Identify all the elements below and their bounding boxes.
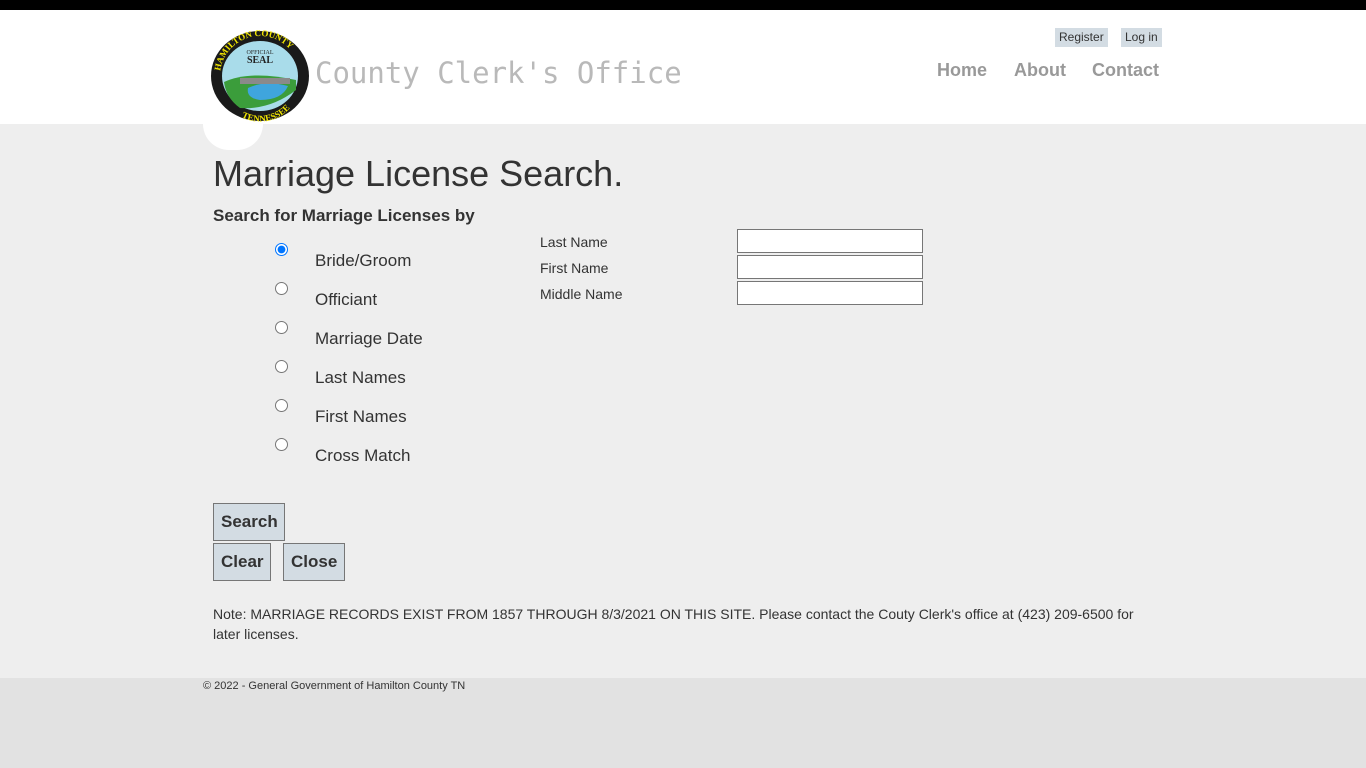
radio-label-last-names: Last Names [315, 368, 406, 387]
radio-bride-groom[interactable] [275, 243, 288, 256]
nav-contact[interactable]: Contact [1092, 60, 1159, 81]
browser-top-bar [0, 0, 1366, 10]
records-note: Note: MARRIAGE RECORDS EXIST FROM 1857 T… [213, 606, 1134, 642]
middle-name-input[interactable] [737, 281, 923, 305]
last-name-label: Last Name [540, 234, 608, 250]
middle-name-label: Middle Name [540, 286, 623, 302]
radio-cross-match[interactable] [275, 438, 288, 451]
nav-home[interactable]: Home [937, 60, 987, 81]
page-title: Marriage License Search. [213, 153, 624, 194]
main-content [0, 124, 1366, 678]
site-title[interactable]: County Clerk's Office [315, 56, 682, 90]
radio-label-cross-match: Cross Match [315, 446, 411, 465]
radio-label-first-names: First Names [315, 407, 407, 426]
first-name-label: First Name [540, 260, 609, 276]
county-seal-logo[interactable]: OFFICIAL SEAL HAMILTON COUNTY TENNESSEE [210, 30, 310, 122]
radio-label-marriage-date: Marriage Date [315, 329, 423, 348]
svg-text:SEAL: SEAL [247, 55, 273, 66]
radio-marriage-date[interactable] [275, 321, 288, 334]
footer-copyright: © 2022 - General Government of Hamilton … [203, 680, 466, 692]
radio-label-bride-groom: Bride/Groom [315, 251, 412, 270]
clear-button[interactable]: Clear [213, 543, 271, 581]
register-link[interactable]: Register [1055, 28, 1108, 47]
login-link[interactable]: Log in [1121, 28, 1162, 47]
radio-label-officiant: Officiant [315, 290, 378, 309]
close-button[interactable]: Close [283, 543, 345, 581]
last-name-input[interactable] [737, 229, 923, 253]
radio-last-names[interactable] [275, 360, 288, 373]
radio-officiant[interactable] [275, 282, 288, 295]
search-by-heading: Search for Marriage Licenses by [213, 206, 475, 225]
nav-about[interactable]: About [1014, 60, 1066, 81]
radio-first-names[interactable] [275, 399, 288, 412]
first-name-input[interactable] [737, 255, 923, 279]
search-button[interactable]: Search [213, 503, 285, 541]
